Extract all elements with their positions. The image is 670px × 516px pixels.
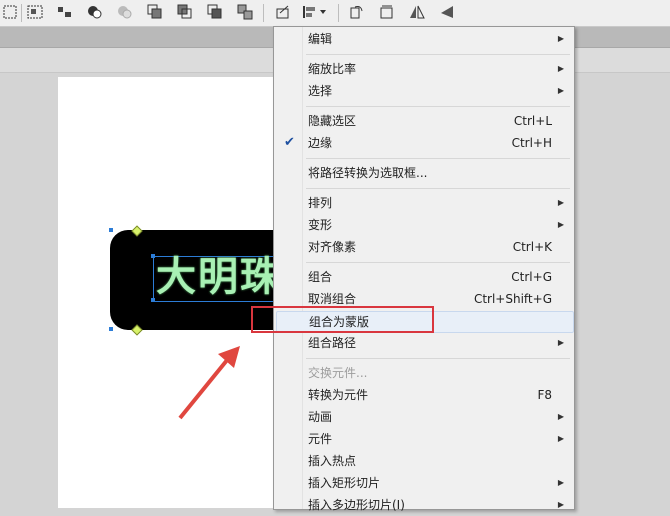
menu-item-label: 组合路径 bbox=[308, 336, 357, 350]
chevron-right-icon: ▶ bbox=[557, 500, 564, 509]
chevron-right-icon: ▶ bbox=[557, 338, 564, 347]
flip-horizontal-icon[interactable] bbox=[377, 3, 397, 21]
menu-item-path-to-marquee[interactable]: 将路径转换为选取框... bbox=[276, 162, 572, 184]
shape-text[interactable]: 大明珠 bbox=[156, 255, 282, 299]
menu-item-shortcut: Ctrl+G bbox=[511, 270, 552, 284]
text-handle[interactable] bbox=[151, 298, 155, 302]
selection-handle[interactable] bbox=[109, 327, 113, 331]
menu-item-snap-pixel[interactable]: 对齐像素 Ctrl+K bbox=[276, 236, 572, 258]
send-backward-icon[interactable] bbox=[205, 3, 225, 21]
toolbar-divider bbox=[21, 4, 22, 22]
menu-item-label: 将路径转换为选取框... bbox=[308, 166, 428, 180]
chevron-right-icon: ▶ bbox=[557, 412, 564, 421]
menu-item-transform[interactable]: 变形 ▶ bbox=[276, 214, 572, 236]
menu-item-zoom[interactable]: 缩放比率 ▶ bbox=[276, 58, 572, 80]
select-icon[interactable] bbox=[0, 3, 20, 21]
menu-item-label: 边缘 bbox=[308, 136, 333, 150]
transform-icon[interactable] bbox=[273, 3, 293, 21]
menu-item-label: 交换元件... bbox=[308, 366, 368, 380]
menu-item-label: 选择 bbox=[308, 84, 333, 98]
chevron-right-icon: ▶ bbox=[557, 220, 564, 229]
red-highlight-box bbox=[251, 306, 434, 333]
toolbar-divider bbox=[263, 4, 264, 22]
menu-item-label: 变形 bbox=[308, 218, 333, 232]
chevron-right-icon: ▶ bbox=[557, 434, 564, 443]
menu-item-label: 插入矩形切片 bbox=[308, 476, 381, 490]
menu-item-symbol[interactable]: 元件 ▶ bbox=[276, 428, 572, 450]
menu-separator bbox=[306, 188, 570, 189]
menu-item-arrange[interactable]: 排列 ▶ bbox=[276, 192, 572, 214]
chevron-right-icon: ▶ bbox=[557, 478, 564, 487]
menu-separator bbox=[306, 106, 570, 107]
rotate-icon[interactable] bbox=[347, 3, 367, 21]
menu-item-label: 组合 bbox=[308, 270, 333, 284]
align-icon[interactable] bbox=[300, 3, 330, 21]
toolbar bbox=[0, 0, 670, 27]
menu-item-label: 对齐像素 bbox=[308, 240, 357, 254]
menu-item-label: 编辑 bbox=[308, 32, 333, 46]
menu-item-insert-hotspot[interactable]: 插入热点 bbox=[276, 450, 572, 472]
flip-icon[interactable] bbox=[437, 3, 457, 21]
menu-item-label: 元件 bbox=[308, 432, 333, 446]
menu-item-convert-to-symbol[interactable]: 转换为元件 F8 bbox=[276, 384, 572, 406]
combine-icon[interactable] bbox=[235, 3, 255, 21]
menu-item-label: 转换为元件 bbox=[308, 388, 369, 402]
menu-item-label: 插入热点 bbox=[308, 454, 357, 468]
menu-item-edges[interactable]: ✔ 边缘 Ctrl+H bbox=[276, 132, 572, 154]
menu-item-insert-polygon-slice[interactable]: 插入多边形切片(I) ▶ bbox=[276, 494, 572, 516]
menu-item-shortcut: Ctrl+Shift+G bbox=[473, 292, 552, 306]
menu-separator bbox=[306, 262, 570, 263]
union-icon[interactable] bbox=[55, 3, 75, 21]
chevron-right-icon: ▶ bbox=[557, 86, 564, 95]
menu-item-select[interactable]: 选择 ▶ bbox=[276, 80, 572, 102]
menu-item-shortcut: Ctrl+K bbox=[512, 240, 552, 254]
chevron-right-icon: ▶ bbox=[557, 198, 564, 207]
group-icon[interactable] bbox=[25, 3, 45, 21]
menu-item-label: 排列 bbox=[308, 196, 333, 210]
punch-icon[interactable] bbox=[115, 3, 135, 21]
menu-item-animation[interactable]: 动画 ▶ bbox=[276, 406, 572, 428]
chevron-right-icon: ▶ bbox=[557, 34, 564, 43]
flip-vertical-icon[interactable] bbox=[407, 3, 427, 21]
crop-icon[interactable] bbox=[145, 3, 165, 21]
toolbar-divider bbox=[338, 4, 339, 22]
menu-item-insert-rect-slice[interactable]: 插入矩形切片 ▶ bbox=[276, 472, 572, 494]
red-arrow-annotation bbox=[178, 346, 240, 420]
menu-item-group[interactable]: 组合 Ctrl+G bbox=[276, 266, 572, 288]
menu-item-label: 隐藏选区 bbox=[308, 114, 357, 128]
menu-item-hide-selection[interactable]: 隐藏选区 Ctrl+L bbox=[276, 110, 572, 132]
menu-separator bbox=[306, 358, 570, 359]
bring-forward-icon[interactable] bbox=[175, 3, 195, 21]
menu-item-label: 动画 bbox=[308, 410, 333, 424]
menu-item-shortcut: Ctrl+L bbox=[513, 114, 552, 128]
menu-item-shortcut: Ctrl+H bbox=[511, 136, 552, 150]
menu-separator bbox=[306, 158, 570, 159]
intersect-icon[interactable] bbox=[85, 3, 105, 21]
menu-item-edit[interactable]: 编辑 ▶ bbox=[276, 28, 572, 50]
menu-item-label: 缩放比率 bbox=[308, 62, 357, 76]
menu-item-combine-paths[interactable]: 组合路径 ▶ bbox=[276, 332, 572, 354]
context-menu: 编辑 ▶ 缩放比率 ▶ 选择 ▶ 隐藏选区 Ctrl+L ✔ 边缘 Ctrl+H… bbox=[273, 26, 575, 512]
menu-item-label: 插入多边形切片(I) bbox=[308, 498, 405, 512]
selection-handle[interactable] bbox=[109, 228, 113, 232]
text-handle[interactable] bbox=[151, 254, 155, 258]
menu-item-swap-symbol: 交换元件... bbox=[276, 362, 572, 384]
checkmark-icon: ✔ bbox=[284, 135, 295, 150]
menu-item-shortcut: F8 bbox=[537, 388, 552, 402]
menu-separator bbox=[306, 54, 570, 55]
chevron-right-icon: ▶ bbox=[557, 64, 564, 73]
